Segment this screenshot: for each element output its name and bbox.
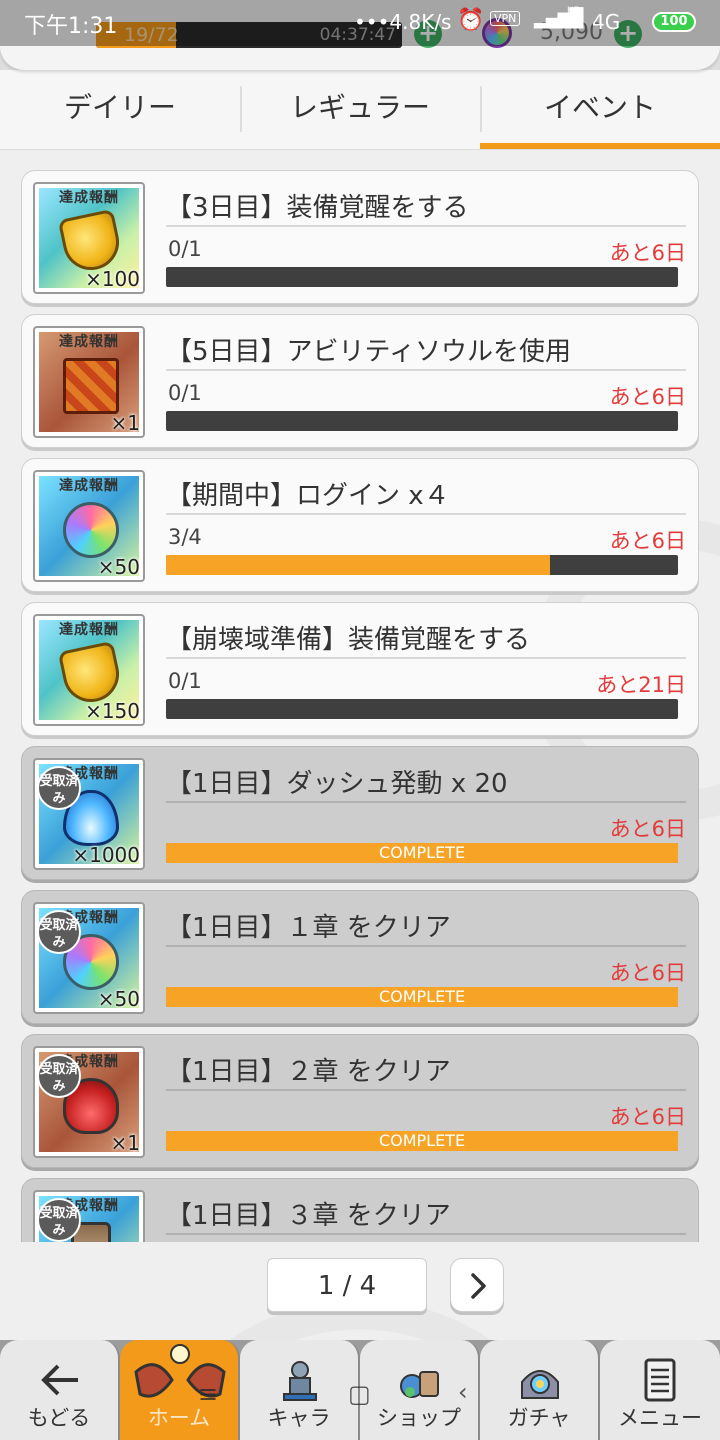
time-remaining: あと6日 xyxy=(609,961,686,985)
net-speed: •••4.8K/s xyxy=(354,10,452,34)
mission-title: 【3日目】装備覚醒をする xyxy=(166,187,686,227)
complete-label: COMPLETE xyxy=(378,843,466,862)
vpn-icon: VPN xyxy=(490,11,521,26)
reward-label: 達成報酬 xyxy=(59,622,119,638)
nav-character-label: キャラ xyxy=(267,1406,331,1430)
next-page-button[interactable] xyxy=(450,1258,504,1312)
claimed-badge: 受取済み xyxy=(37,766,81,810)
progress-bar xyxy=(166,555,678,575)
reward-quantity: ×100 xyxy=(85,267,140,291)
mission-title: 【期間中】ログイン x４ xyxy=(166,475,686,515)
hd-icon: HD xyxy=(567,6,581,16)
progress-bar xyxy=(166,267,678,287)
scroll-icon xyxy=(63,358,119,414)
mission-title: 【1日目】１章 をクリア xyxy=(166,907,686,947)
back-arrow-icon xyxy=(41,1364,78,1396)
reward-box: 達成報酬 ×50 xyxy=(33,470,145,582)
progress-bar: COMPLETE xyxy=(166,1131,678,1151)
reward-label: 達成報酬 xyxy=(59,190,119,206)
nav-back-label: もどる xyxy=(27,1406,91,1430)
rainbow-orb-icon xyxy=(63,502,119,558)
top-bar: 19/72 04:37:47 + 5,090 + 下午1:31 •••4.8K/… xyxy=(0,0,720,70)
page-indicator: 1 / 4 xyxy=(267,1258,427,1312)
nav-menu-label: メニュー xyxy=(618,1406,702,1430)
character-icon xyxy=(283,1361,317,1401)
nav-home-label: ホーム xyxy=(147,1406,211,1430)
mission-card[interactable]: 達成報酬 ×50 【期間中】ログイン x４ 3/4 あと6日 xyxy=(21,458,699,592)
menu-list-icon xyxy=(644,1358,676,1402)
complete-label: COMPLETE xyxy=(378,1131,466,1150)
time-remaining: あと6日 xyxy=(609,817,686,841)
progress-bar xyxy=(166,411,678,431)
mission-title: 【崩壊域準備】装備覚醒をする xyxy=(166,619,686,659)
time-remaining: あと6日 xyxy=(609,529,686,553)
time-remaining: あと6日 xyxy=(609,1105,686,1129)
reward-box: 達成報酬 ×1000 受取済み xyxy=(33,758,145,870)
time-remaining: あと6日 xyxy=(609,241,686,265)
reward-quantity: ×1 xyxy=(110,411,140,435)
mission-card[interactable]: 達成報酬 ×1 【5日目】アビリティソウルを使用 0/1 あと6日 xyxy=(21,314,699,448)
mission-card[interactable]: 達成報酬 受取済み 【1日目】３章 をクリア xyxy=(21,1178,699,1242)
nav-gacha-label: ガチャ xyxy=(507,1406,571,1430)
reward-quantity: ×1 xyxy=(110,1131,140,1155)
mission-card[interactable]: 達成報酬 ×150 【崩壊域準備】装備覚醒をする 0/1 あと21日 xyxy=(21,602,699,736)
progress-bar: COMPLETE xyxy=(166,843,678,863)
mission-progress: 3/4 xyxy=(168,525,202,549)
complete-label: COMPLETE xyxy=(378,987,466,1006)
time-remaining: あと21日 xyxy=(596,673,686,697)
reward-box: 達成報酬 ×100 xyxy=(33,182,145,294)
mission-tabs: デイリー レギュラー イベント xyxy=(0,70,720,150)
shop-icon xyxy=(400,1371,439,1398)
reward-box: 達成報酬 ×50 受取済み xyxy=(33,902,145,1014)
claimed-badge: 受取済み xyxy=(37,1054,81,1098)
mission-title: 【1日目】３章 をクリア xyxy=(166,1195,686,1235)
bottom-nav: もどる ≡ ホーム キャラ ▢ ショップ ‹ ガチャ メニュー xyxy=(0,1340,720,1440)
nav-menu[interactable]: メニュー xyxy=(600,1340,720,1440)
tab-event[interactable]: イベント xyxy=(480,70,720,149)
reward-quantity: ×50 xyxy=(97,555,140,579)
network-type: 4G xyxy=(592,10,621,34)
mission-title: 【1日目】２章 をクリア xyxy=(166,1051,686,1091)
mission-progress: 0/1 xyxy=(168,669,202,693)
reward-label: 達成報酬 xyxy=(59,334,119,350)
mission-title: 【1日目】ダッシュ発動 x 20 xyxy=(166,763,686,803)
time-remaining: あと6日 xyxy=(609,385,686,409)
reward-quantity: ×50 xyxy=(97,987,140,1011)
reward-label: 達成報酬 xyxy=(59,478,119,494)
reward-box: 達成報酬 ×150 xyxy=(33,614,145,726)
status-bar: 下午1:31 •••4.8K/s ⏰ VPN ▂▄▆█ HD 4G 100 xyxy=(0,0,720,46)
nav-character[interactable]: キャラ xyxy=(240,1340,360,1440)
gacha-icon xyxy=(521,1370,559,1399)
mission-title: 【5日目】アビリティソウルを使用 xyxy=(166,331,686,371)
reward-quantity: ×1000 xyxy=(72,843,140,867)
mission-card[interactable]: 達成報酬 ×50 受取済み 【1日目】１章 をクリア あと6日 COMPLETE xyxy=(21,890,699,1024)
mission-progress: 0/1 xyxy=(168,381,202,405)
claimed-badge: 受取済み xyxy=(37,910,81,954)
chevron-right-icon xyxy=(471,1273,486,1299)
system-back-icon: ‹ xyxy=(458,1378,468,1406)
reward-box: 達成報酬 ×1 xyxy=(33,326,145,438)
clock: 下午1:31 xyxy=(24,14,118,39)
claimed-badge: 受取済み xyxy=(37,1198,81,1242)
tab-regular[interactable]: レギュラー xyxy=(240,70,480,149)
nav-shop-label: ショップ xyxy=(377,1406,461,1430)
nav-back[interactable]: もどる xyxy=(0,1340,120,1440)
alarm-icon: ⏰ xyxy=(457,8,485,33)
reward-box: 達成報酬 ×1 受取済み xyxy=(33,1046,145,1158)
nav-gacha[interactable]: ‹ ガチャ xyxy=(458,1340,600,1440)
progress-bar: COMPLETE xyxy=(166,987,678,1007)
progress-bar xyxy=(166,699,678,719)
progress-fill xyxy=(166,555,550,575)
reward-quantity: ×150 xyxy=(85,699,140,723)
mission-progress: 0/1 xyxy=(168,237,202,261)
mission-card[interactable]: 達成報酬 ×1 受取済み 【1日目】２章 をクリア あと6日 COMPLETE xyxy=(21,1034,699,1168)
mission-list[interactable]: 達成報酬 ×100 【3日目】装備覚醒をする 0/1 あと6日 達成報酬 ×1 … xyxy=(21,170,699,1242)
nav-home[interactable]: ≡ ホーム xyxy=(120,1340,240,1440)
mission-card[interactable]: 達成報酬 ×1000 受取済み 【1日目】ダッシュ発動 x 20 あと6日 CO… xyxy=(21,746,699,880)
mission-card[interactable]: 達成報酬 ×100 【3日目】装備覚醒をする 0/1 あと6日 xyxy=(21,170,699,304)
battery-icon: 100 xyxy=(652,12,696,32)
tab-daily[interactable]: デイリー xyxy=(0,70,240,149)
reward-box: 達成報酬 受取済み xyxy=(33,1190,145,1242)
